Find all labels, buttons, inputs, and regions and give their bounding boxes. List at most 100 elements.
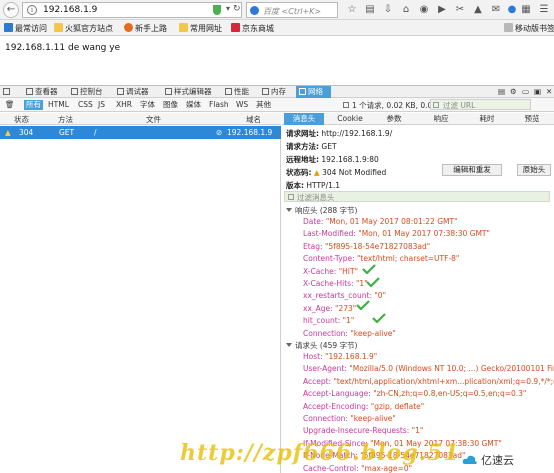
- filter-js[interactable]: JS: [98, 100, 105, 110]
- header-value: "HIT": [338, 266, 359, 276]
- bookmark-getting-started[interactable]: 新手上路: [124, 23, 167, 34]
- header-key: Etag:: [303, 241, 325, 251]
- tab-response[interactable]: 响应: [424, 113, 458, 125]
- filter-ws[interactable]: WS: [236, 100, 248, 110]
- filter-html[interactable]: HTML: [48, 100, 69, 110]
- info-icon[interactable]: i: [27, 5, 37, 15]
- tab-label: 查看器: [35, 87, 58, 96]
- reading-list-icon[interactable]: ▤: [364, 4, 376, 16]
- header-key: Upgrade-Insecure-Requests:: [303, 426, 412, 436]
- raw-headers-button[interactable]: 原始头: [517, 164, 551, 176]
- tab-console[interactable]: 控制台: [71, 86, 103, 98]
- tab-memory[interactable]: 内存: [262, 86, 286, 98]
- header-key: Content-Type:: [303, 254, 357, 264]
- menu-icon[interactable]: ☰: [538, 4, 550, 16]
- bookmark-label: 火狐官方站点: [65, 24, 113, 33]
- close-icon[interactable]: ✕: [546, 86, 552, 98]
- url-filter-input[interactable]: 过滤 URL: [430, 99, 531, 110]
- header-value: "0": [374, 291, 387, 301]
- cloud-icon: [462, 455, 477, 464]
- header-row: X-Cache: "HIT": [303, 267, 358, 277]
- split-console-icon[interactable]: ▤: [498, 86, 505, 98]
- filter-flash[interactable]: Flash: [209, 100, 229, 110]
- tab-style-editor[interactable]: 样式编辑器: [165, 86, 212, 98]
- extension-icon[interactable]: ▦: [520, 4, 532, 16]
- header-key: Accept-Language:: [303, 389, 374, 399]
- addon-icon[interactable]: ▲: [472, 4, 484, 16]
- search-placeholder: 百度 <Ctrl+K>: [263, 7, 322, 16]
- screenshot-icon[interactable]: ✂: [454, 4, 466, 16]
- search-field[interactable]: 百度 <Ctrl+K>: [246, 2, 338, 18]
- filter-media[interactable]: 媒体: [186, 100, 201, 110]
- download-icon[interactable]: ⇩: [382, 4, 394, 16]
- header-value: "1": [411, 426, 424, 436]
- header-row: Connection: "keep-alive": [303, 414, 396, 424]
- braces-icon: [165, 88, 172, 95]
- filter-xhr[interactable]: XHR: [116, 100, 132, 110]
- tab-timings[interactable]: 耗时: [470, 113, 504, 125]
- network-filter-bar: 🗑 所有 HTML CSS JS XHR 字体 图像 媒体 Flash WS 其…: [0, 98, 554, 112]
- collapse-icon: [286, 208, 292, 212]
- filter-images[interactable]: 图像: [163, 100, 178, 110]
- tab-headers[interactable]: 消息头: [284, 113, 324, 125]
- request-row[interactable]: ▲ 304 GET / ⊘ 192.168.1.9: [0, 126, 281, 139]
- home-icon[interactable]: ⌂: [400, 4, 412, 16]
- baidu-icon: [250, 6, 259, 15]
- header-value: "zh-CN,zh;q=0.8,en-US;q=0.5,en;q=0.3": [373, 389, 527, 399]
- bookmark-common-sites[interactable]: 常用网址: [179, 23, 222, 34]
- edit-resend-button[interactable]: 编辑和重发: [442, 164, 502, 176]
- header-key: Date:: [303, 217, 326, 226]
- undock-icon[interactable]: ▣: [534, 86, 541, 98]
- filter-css[interactable]: CSS: [78, 100, 93, 110]
- dropdown-icon[interactable]: ▾: [226, 4, 230, 13]
- tab-performance[interactable]: 性能: [225, 86, 249, 98]
- header-row: Last-Modified: "Mon, 01 May 2017 07:38:3…: [303, 229, 490, 239]
- header-row: Accept: "text/html,application/xhtml+xm.…: [303, 377, 554, 387]
- filter-other[interactable]: 其他: [256, 100, 271, 110]
- filter-fonts[interactable]: 字体: [140, 100, 155, 110]
- tab-network[interactable]: 网络: [296, 86, 331, 98]
- baidu-toolbar-icon[interactable]: ●: [506, 4, 518, 16]
- bookmark-mobile[interactable]: 移动版书签: [504, 23, 554, 34]
- url-field[interactable]: i 192.168.1.9 ▾ ↻: [22, 2, 242, 18]
- summary-label: 版本:: [286, 181, 304, 190]
- filter-all[interactable]: 所有: [24, 100, 43, 110]
- bookmark-firefox-site[interactable]: 火狐官方站点: [54, 23, 113, 34]
- column-file[interactable]: 文件: [146, 114, 161, 125]
- tab-cookie[interactable]: Cookie: [331, 113, 369, 125]
- summary-version: 版本: HTTP/1.1: [286, 180, 340, 191]
- tab-debugger[interactable]: 调试器: [117, 86, 149, 98]
- request-headers-section[interactable]: 请求头 (459 字节): [286, 340, 357, 351]
- tab-inspector[interactable]: 查看器: [26, 86, 58, 98]
- page-body-text: 192.168.1.11 de wang ye: [5, 43, 121, 53]
- picker-icon[interactable]: [3, 86, 12, 98]
- watermark-text: http://zpf666.blog.51: [180, 440, 460, 466]
- reload-icon[interactable]: ↻: [233, 4, 241, 14]
- summary-label: 远程地址:: [286, 155, 319, 164]
- tab-preview[interactable]: 预览: [515, 113, 549, 125]
- settings-icon[interactable]: ⚙: [510, 86, 517, 98]
- request-list-body: [0, 139, 281, 473]
- sync-icon[interactable]: ▶: [436, 4, 448, 16]
- column-method[interactable]: 方法: [58, 114, 73, 125]
- bookmark-jd[interactable]: 京东商城: [231, 23, 274, 34]
- column-domain[interactable]: 域名: [246, 114, 261, 125]
- header-row: Upgrade-Insecure-Requests: "1": [303, 426, 423, 436]
- chat-icon[interactable]: ✉: [490, 4, 502, 16]
- header-filter-input[interactable]: 过滤消息头: [284, 191, 550, 202]
- star-icon[interactable]: ☆: [346, 4, 358, 16]
- clear-icon[interactable]: 🗑: [5, 100, 15, 110]
- tab-params[interactable]: 参数: [377, 113, 411, 125]
- bookmark-most-visited[interactable]: 最常访问: [4, 23, 47, 34]
- pocket-icon[interactable]: ◉: [418, 4, 430, 16]
- back-button[interactable]: ←: [3, 2, 19, 18]
- response-headers-section[interactable]: 响应头 (288 字节): [286, 205, 357, 216]
- dock-icon[interactable]: ▭: [522, 86, 529, 98]
- url-text: 192.168.1.9: [43, 5, 98, 15]
- shield-icon[interactable]: [213, 5, 221, 15]
- column-status[interactable]: 状态: [14, 114, 29, 125]
- header-value: "5f895-18-54e71827083ad": [324, 241, 431, 251]
- tab-label: 网络: [308, 87, 323, 96]
- summary-label: 请求网址:: [286, 129, 319, 138]
- header-key: Connection:: [303, 414, 351, 423]
